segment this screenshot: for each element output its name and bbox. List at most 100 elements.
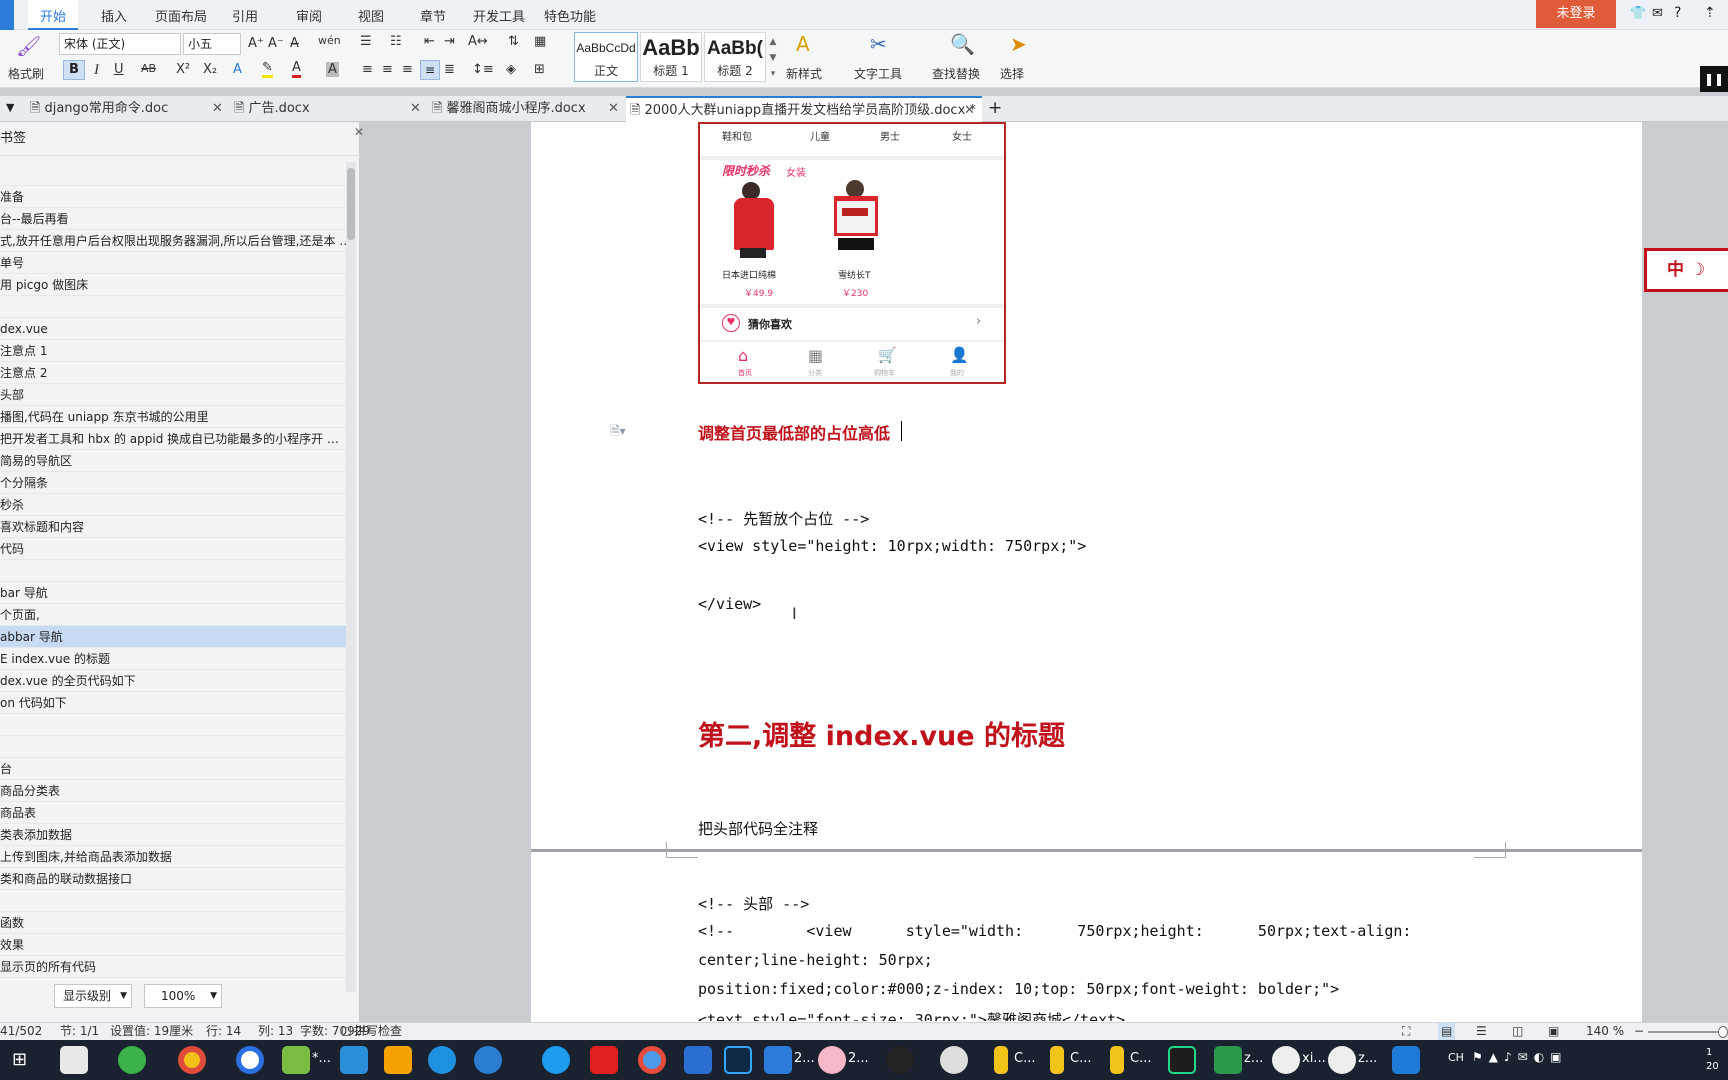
app-icon-edge[interactable] <box>474 1046 502 1074</box>
bookmark-scrollbar[interactable] <box>346 162 356 992</box>
bookmark-item[interactable]: 个页面, <box>0 604 350 626</box>
bookmark-item[interactable]: on 代码如下 <box>0 692 350 714</box>
style-normal[interactable]: AaBbCcDd 正文 <box>574 32 638 82</box>
app-icon-qq-browser[interactable] <box>236 1046 264 1074</box>
menu-chapter[interactable]: 章节 <box>420 6 446 25</box>
bookmark-item[interactable]: 喜欢标题和内容 <box>0 516 350 538</box>
help-icon[interactable]: ? <box>1674 5 1681 21</box>
bookmark-item[interactable]: 商品表 <box>0 802 350 824</box>
app-icon-wechat[interactable] <box>1272 1046 1300 1074</box>
format-painter-label[interactable]: 格式刷 <box>8 65 44 82</box>
bookmark-item[interactable]: 注意点 2 <box>0 362 350 384</box>
app-icon-vscode-alt[interactable] <box>340 1046 368 1074</box>
line-spacing-icon[interactable]: ↕≡ <box>472 62 494 77</box>
text-tools-icon[interactable]: ✂ <box>870 32 887 56</box>
text-effect-icon[interactable]: A <box>233 62 242 77</box>
style-heading1[interactable]: AaBb 标题 1 <box>640 32 702 82</box>
bookmark-item[interactable]: dex.vue <box>0 318 350 340</box>
strikethrough-button[interactable]: AB <box>141 62 156 75</box>
collapse-ribbon-icon[interactable]: ⇡ <box>1704 5 1716 21</box>
new-style-label[interactable]: 新样式 <box>786 65 822 82</box>
align-center-icon[interactable]: ≡ <box>382 62 393 77</box>
char-shading-icon[interactable]: A <box>326 62 339 77</box>
app-icon-wps[interactable] <box>764 1046 792 1074</box>
bookmark-item[interactable]: 注意点 1 <box>0 340 350 362</box>
style-heading2[interactable]: AaBb( 标题 2 <box>704 32 766 82</box>
borders-icon[interactable]: ⊞ <box>534 62 545 77</box>
taskbar-label[interactable]: z... <box>1244 1051 1263 1066</box>
bookmark-item[interactable]: 秒杀 <box>0 494 350 516</box>
bookmark-item[interactable]: 用 picgo 做图床 <box>0 274 350 296</box>
align-right-icon[interactable]: ≡ <box>402 62 413 77</box>
read-mode-icon[interactable]: ▣ <box>1548 1023 1559 1040</box>
tab-uniapp-doc[interactable]: 🗎 2000人大群uniapp直播开发文档给学员高阶顶级.docx * ✕ <box>626 96 982 122</box>
spell-check-checkbox[interactable] <box>342 1027 351 1036</box>
app-icon-photoshop[interactable] <box>724 1046 752 1074</box>
font-size-select[interactable]: 小五 <box>183 33 241 55</box>
web-view-icon[interactable]: ◫ <box>1512 1023 1523 1040</box>
app-icon-store[interactable] <box>384 1046 412 1074</box>
bookmark-item[interactable]: 台 <box>0 758 350 780</box>
new-style-icon[interactable]: A <box>796 32 810 56</box>
app-icon-pycharm[interactable] <box>1168 1046 1196 1074</box>
app-icon-ie[interactable] <box>428 1046 456 1074</box>
app-icon-qq[interactable] <box>886 1046 914 1074</box>
increase-indent-icon[interactable]: ⇥ <box>444 34 455 49</box>
bookmark-item[interactable]: 显示页的所有代码 <box>0 956 350 978</box>
app-icon-player[interactable] <box>1392 1046 1420 1074</box>
taskbar-label[interactable]: *... <box>312 1051 331 1066</box>
menu-special[interactable]: 特色功能 <box>544 6 596 25</box>
bookmark-item[interactable] <box>0 164 350 186</box>
bookmark-item[interactable]: 简易的导航区 <box>0 450 350 472</box>
app-icon-speedup[interactable] <box>60 1046 88 1074</box>
app-icon-pink[interactable] <box>818 1046 846 1074</box>
bookmark-item[interactable] <box>0 714 350 736</box>
bookmark-item[interactable]: 头部 <box>0 384 350 406</box>
table-border-icon[interactable]: ▦ <box>534 34 546 49</box>
tray-icons[interactable]: ⚑▲♪✉◐▣ <box>1472 1050 1568 1064</box>
menu-home[interactable]: 开始 <box>28 0 79 30</box>
bookmark-item[interactable]: abbar 导航 <box>0 626 350 648</box>
justify-button[interactable]: ≡ <box>420 60 440 80</box>
bookmark-item[interactable] <box>0 560 350 582</box>
close-tab-icon[interactable]: ✕ <box>608 96 619 122</box>
pause-icon[interactable]: ❚❚ <box>1700 66 1728 92</box>
find-replace-label[interactable]: 查找替换 <box>932 65 980 82</box>
distribute-icon[interactable]: ≣ <box>444 62 455 77</box>
text-tools-label[interactable]: 文字工具 <box>854 65 902 82</box>
zoom-slider[interactable] <box>1648 1031 1724 1033</box>
close-tab-icon[interactable]: ✕ <box>964 98 975 124</box>
app-icon-hbuilder[interactable] <box>1214 1046 1242 1074</box>
bookmark-item[interactable]: 台--最后再看 <box>0 208 350 230</box>
panel-zoom-select[interactable]: 100% ▼ <box>144 984 222 1008</box>
subscript-button[interactable]: X₂ <box>203 62 217 77</box>
login-button[interactable]: 未登录 <box>1536 0 1616 28</box>
app-icon-wechat-2[interactable] <box>1328 1046 1356 1074</box>
bookmark-item[interactable]: 上传到图床,并给商品表添加数据 <box>0 846 350 868</box>
bookmark-item[interactable] <box>0 736 350 758</box>
tab-django[interactable]: 🗎 django常用命令.doc ✕ <box>26 96 230 122</box>
tab-list-chevron-icon[interactable]: ▼ <box>6 101 14 114</box>
font-color-icon[interactable]: A <box>292 60 301 78</box>
new-tab-icon[interactable]: + <box>988 98 1002 118</box>
level-select[interactable]: 显示级别 ▼ <box>54 984 132 1008</box>
fullscreen-icon[interactable]: ⛶ <box>1402 1023 1410 1040</box>
find-replace-icon[interactable]: 🔍 <box>950 32 975 56</box>
app-menu-button[interactable] <box>0 0 14 30</box>
app-icon-feishu[interactable] <box>542 1046 570 1074</box>
bookmark-item[interactable] <box>0 890 350 912</box>
menu-review[interactable]: 审阅 <box>296 6 322 25</box>
outline-view-icon[interactable]: ☰ <box>1476 1023 1487 1040</box>
close-panel-icon[interactable]: ✕ <box>354 122 364 142</box>
app-icon-chrome-2[interactable] <box>638 1046 666 1074</box>
numbered-list-icon[interactable]: ☷ <box>390 34 402 49</box>
app-icon-youdao[interactable] <box>590 1046 618 1074</box>
paragraph-marker-icon[interactable]: 🗎▾ <box>610 422 626 443</box>
font-name-select[interactable]: 宋体 (正文) <box>59 33 181 55</box>
underline-button[interactable]: U <box>114 62 124 77</box>
taskbar-label[interactable]: C... <box>1014 1051 1035 1066</box>
clear-format-icon[interactable]: A̶ <box>290 36 299 51</box>
app-icon-notepad[interactable] <box>282 1046 310 1074</box>
bookmark-item[interactable]: 准备 <box>0 186 350 208</box>
windows-start-icon[interactable]: ⊞ <box>12 1049 27 1070</box>
